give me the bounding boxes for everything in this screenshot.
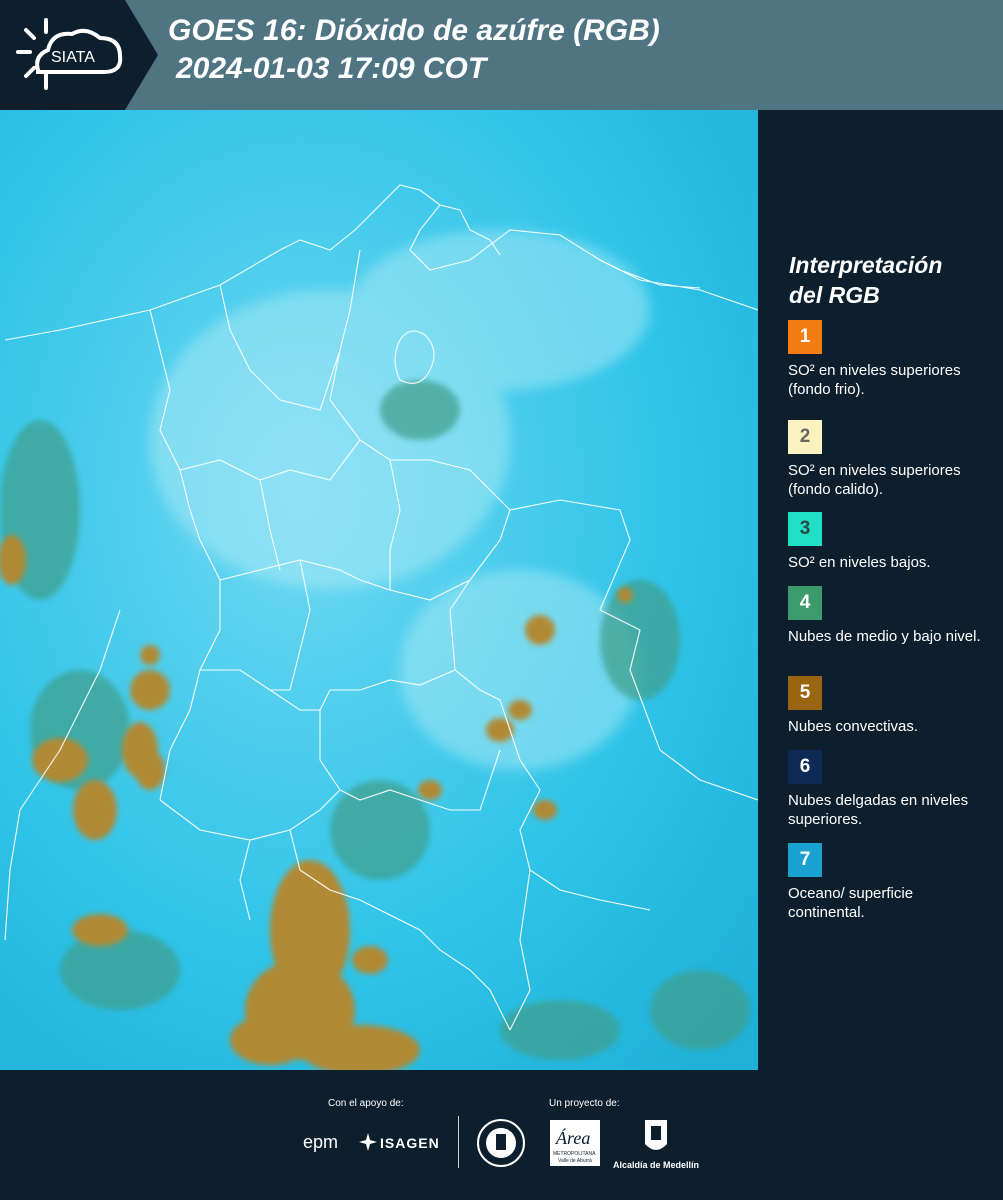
- title-line-1: GOES 16: Dióxido de azúfre (RGB): [168, 14, 660, 47]
- legend-item-2: 2 SO² en niveles superiores (fondo calid…: [788, 420, 993, 499]
- seal-logo: [476, 1118, 526, 1173]
- legend-swatch-3: 3: [788, 512, 822, 546]
- header-bar: SIATA GOES 16: Dióxido de azúfre (RGB) 2…: [0, 0, 1003, 110]
- alcaldia-crest: [643, 1118, 669, 1161]
- legend-item-1: 1 SO² en niveles superiores (fondo frio)…: [788, 320, 993, 399]
- title-line-2: 2024-01-03 17:09 COT: [176, 52, 487, 85]
- support-label: Con el apoyo de:: [328, 1098, 404, 1109]
- legend-swatch-4: 4: [788, 586, 822, 620]
- footer-divider: [458, 1116, 459, 1168]
- legend-item-3: 3 SO² en niveles bajos.: [788, 512, 993, 572]
- legend-label-2: SO² en niveles superiores (fondo calido)…: [788, 462, 961, 498]
- legend-label-7: Oceano/ superficie continental.: [788, 885, 914, 921]
- satellite-map: [0, 110, 758, 1070]
- legend-label-1: SO² en niveles superiores (fondo frio).: [788, 362, 961, 398]
- svg-text:METROPOLITANA: METROPOLITANA: [553, 1151, 596, 1157]
- legend-title-line-2: del RGB: [789, 282, 880, 308]
- legend-title-line-1: Interpretación: [789, 252, 943, 278]
- legend-swatch-6: 6: [788, 750, 822, 784]
- legend-label-5: Nubes convectivas.: [788, 718, 919, 735]
- svg-text:SIATA: SIATA: [51, 49, 95, 66]
- legend-title: Interpretación del RGB: [789, 250, 942, 310]
- legend-item-7: 7 Oceano/ superficie continental.: [788, 843, 993, 922]
- isagen-logo: [358, 1132, 378, 1157]
- project-label: Un proyecto de:: [549, 1098, 620, 1109]
- isagen-label: ISAGEN: [380, 1135, 440, 1151]
- svg-text:Área: Área: [555, 1127, 590, 1148]
- alcaldia-label: Alcaldía de Medellín: [613, 1160, 700, 1170]
- legend-panel: Interpretación del RGB 1 SO² en niveles …: [758, 110, 1003, 1070]
- legend-label-3: SO² en niveles bajos.: [788, 554, 931, 571]
- page-title: GOES 16: Dióxido de azúfre (RGB) 2024-01…: [168, 12, 660, 88]
- legend-item-6: 6 Nubes delgadas en niveles superiores.: [788, 750, 993, 829]
- area-metropolitana-logo: Área METROPOLITANA Valle de Aburrá: [550, 1120, 600, 1171]
- epm-logo: epm: [303, 1132, 339, 1152]
- siata-logo: SIATA: [0, 0, 158, 110]
- svg-text:Valle de Aburrá: Valle de Aburrá: [558, 1158, 592, 1164]
- legend-label-4: Nubes de medio y bajo nivel.: [788, 628, 981, 645]
- legend-label-6: Nubes delgadas en niveles superiores.: [788, 792, 969, 828]
- legend-item-4: 4 Nubes de medio y bajo nivel.: [788, 586, 993, 646]
- legend-item-5: 5 Nubes convectivas.: [788, 676, 993, 736]
- legend-swatch-7: 7: [788, 843, 822, 877]
- legend-swatch-2: 2: [788, 420, 822, 454]
- footer: Con el apoyo de: Un proyecto de: epm ISA…: [0, 1070, 1003, 1200]
- legend-swatch-5: 5: [788, 676, 822, 710]
- legend-swatch-1: 1: [788, 320, 822, 354]
